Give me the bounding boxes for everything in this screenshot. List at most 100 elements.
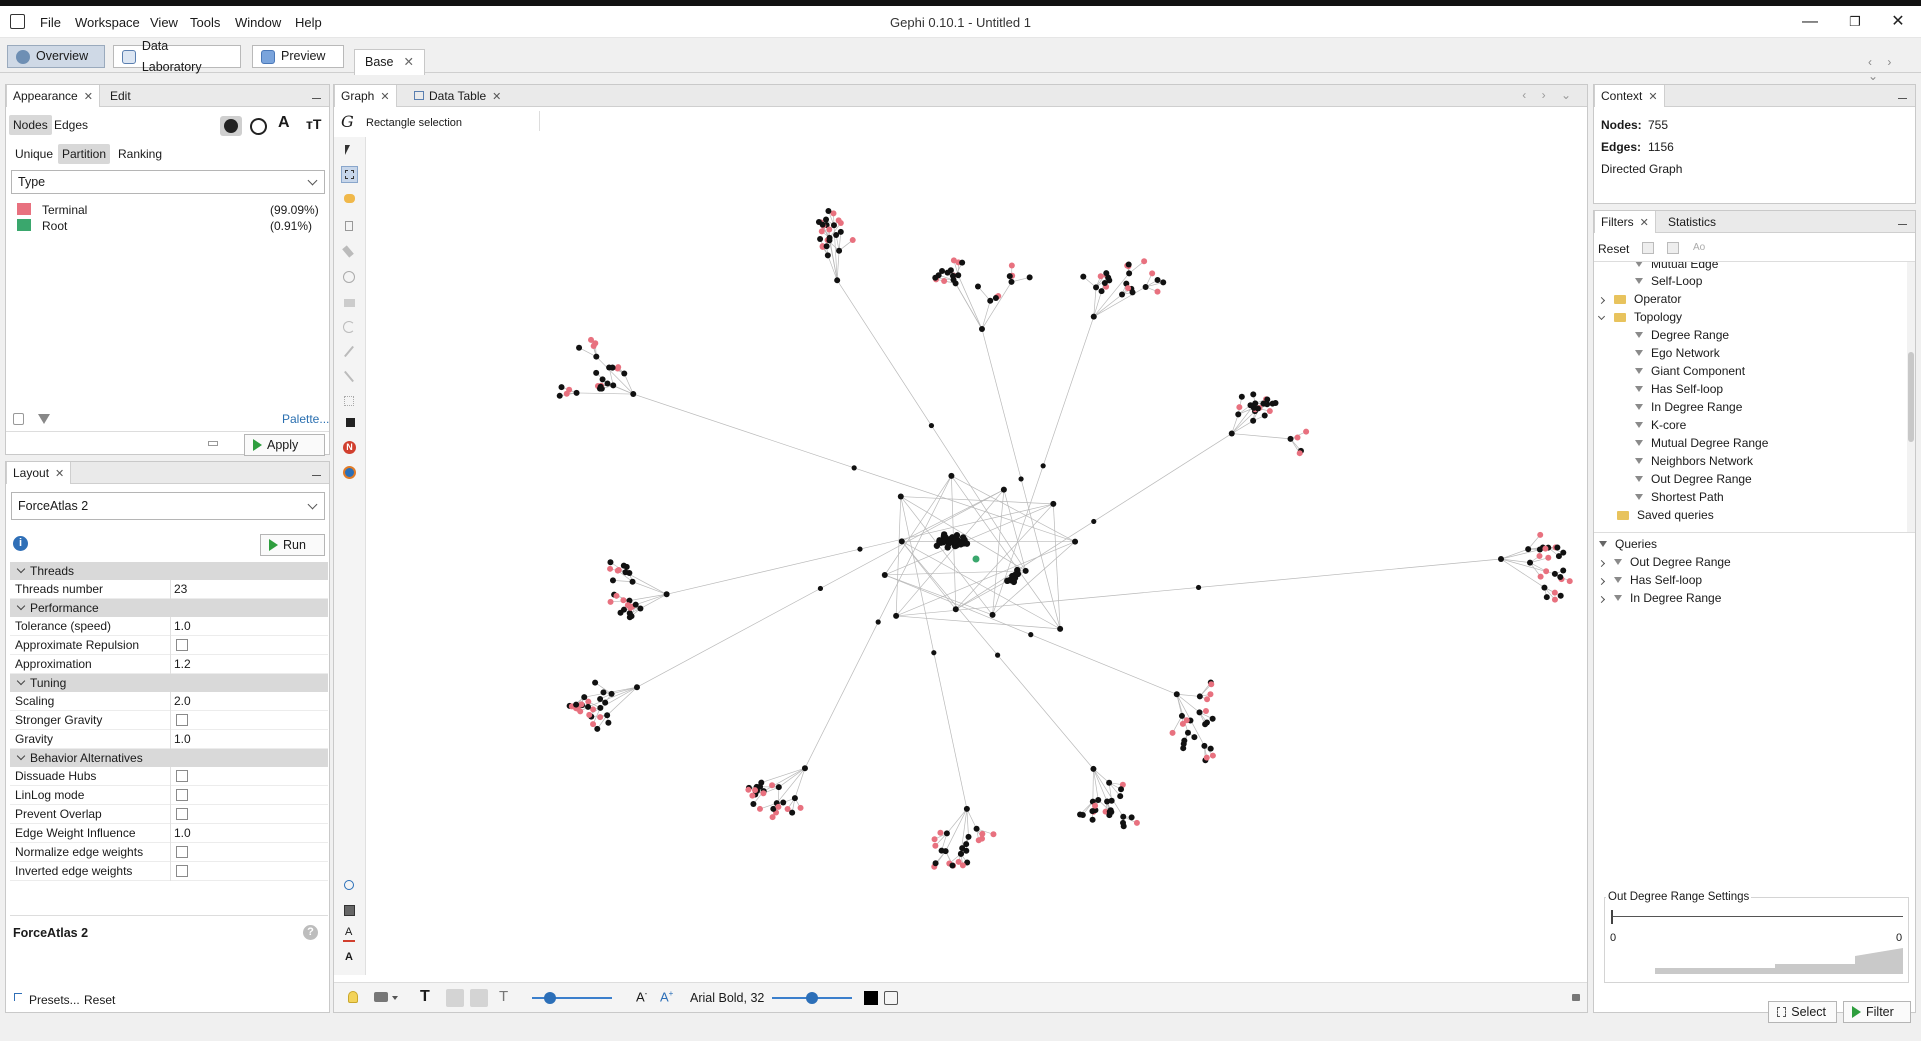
graph-node[interactable] <box>958 850 965 857</box>
filter-in-degree-range[interactable]: In Degree Range <box>1635 398 1742 416</box>
graph-node[interactable] <box>749 792 756 799</box>
graph-node[interactable] <box>1160 279 1167 286</box>
graph-node[interactable] <box>745 786 752 793</box>
filter-out-degree-range[interactable]: Out Degree Range <box>1635 470 1752 488</box>
graph-node[interactable] <box>1207 691 1214 698</box>
graph-node[interactable] <box>1536 552 1543 559</box>
graph-node[interactable] <box>563 390 570 397</box>
graph-node[interactable] <box>955 272 962 279</box>
graph-node[interactable] <box>857 546 863 552</box>
graph-node[interactable] <box>1238 393 1245 400</box>
graph-node[interactable] <box>780 799 787 806</box>
close-icon[interactable]: ✕ <box>84 91 93 103</box>
graph-node[interactable] <box>957 541 964 548</box>
graph-node[interactable] <box>1264 396 1271 403</box>
prop-edge-weight-influence[interactable]: Edge Weight Influence 1.0 <box>10 824 328 843</box>
heat-map-icon[interactable] <box>341 415 358 432</box>
filter-giant-component[interactable]: Giant Component <box>1635 362 1745 380</box>
graph-node[interactable] <box>1169 729 1176 736</box>
checkbox[interactable] <box>176 865 188 877</box>
graph-node[interactable] <box>1209 752 1216 759</box>
graph-node[interactable] <box>615 567 622 574</box>
graph-node[interactable] <box>760 790 767 797</box>
graph-node[interactable] <box>963 841 970 848</box>
graph-node[interactable] <box>602 699 609 706</box>
graph-node[interactable] <box>817 585 824 592</box>
graph-node[interactable] <box>633 684 640 691</box>
graph-node[interactable] <box>990 831 997 838</box>
graph-node[interactable] <box>1560 567 1567 574</box>
graph-node[interactable] <box>835 217 842 224</box>
unique-tab[interactable]: Unique <box>11 144 57 164</box>
graph-node[interactable] <box>609 364 616 371</box>
graph-node[interactable] <box>593 353 600 360</box>
text-tool-icon[interactable]: T <box>420 988 430 1006</box>
run-button[interactable]: Run <box>260 534 325 556</box>
graph-node[interactable] <box>1008 278 1015 285</box>
graph-node[interactable] <box>1089 816 1096 823</box>
range-slider-handle[interactable] <box>1611 910 1613 924</box>
menu-help[interactable]: Help <box>295 15 322 30</box>
close-icon[interactable]: ✕ <box>492 91 501 103</box>
graph-node[interactable] <box>750 800 757 807</box>
info-icon[interactable]: i <box>13 536 28 551</box>
folder-saved-queries[interactable]: Saved queries <box>1617 506 1714 524</box>
graph-node[interactable] <box>1235 411 1242 418</box>
graph-node[interactable] <box>1072 538 1079 545</box>
prop-approximate-repulsion[interactable]: Approximate Repulsion <box>10 636 328 655</box>
terminal-swatch[interactable] <box>17 203 31 215</box>
graph-node[interactable] <box>628 613 635 620</box>
graph-node[interactable] <box>617 609 624 616</box>
graph-node[interactable] <box>1126 270 1133 277</box>
graph-node[interactable] <box>604 712 611 719</box>
graph-node[interactable] <box>588 336 595 343</box>
queries-root[interactable]: Queries <box>1599 535 1657 553</box>
edge-pencil-icon[interactable] <box>341 343 358 360</box>
data-laboratory-button[interactable]: Data Laboratory <box>113 39 241 74</box>
graph-node[interactable] <box>1191 734 1198 741</box>
filter-shortest-path[interactable]: Shortest Path <box>1635 488 1724 506</box>
graph-node[interactable] <box>928 422 935 429</box>
graph-node[interactable] <box>1236 404 1243 411</box>
graph-node[interactable] <box>1178 712 1185 719</box>
graph-node[interactable] <box>597 704 604 711</box>
edge-color-icon[interactable] <box>470 989 488 1007</box>
graph-node[interactable] <box>1117 793 1124 800</box>
graph-node[interactable] <box>995 652 1001 658</box>
graph-node[interactable] <box>1184 729 1191 736</box>
filter-icon[interactable] <box>38 414 50 424</box>
label-font-tool-icon[interactable]: A <box>341 950 358 967</box>
painter-tool-icon[interactable] <box>341 293 358 310</box>
graph-node[interactable] <box>573 701 580 708</box>
graph-node[interactable] <box>1008 262 1015 269</box>
category-tuning[interactable]: Tuning <box>10 674 328 692</box>
graph-node[interactable] <box>586 711 593 718</box>
graph-node[interactable] <box>948 472 955 479</box>
partition-tab[interactable]: Partition <box>58 144 111 164</box>
node-pencil-icon[interactable] <box>341 368 358 385</box>
checkbox[interactable] <box>176 770 188 782</box>
maximize-button[interactable]: ❐ <box>1835 10 1875 34</box>
prop-threads-number[interactable]: Threads number 23 <box>10 580 328 599</box>
auto-refresh-icon[interactable]: Ao <box>1693 242 1705 253</box>
graph-node[interactable] <box>610 382 617 389</box>
graph-node[interactable] <box>1080 273 1087 280</box>
graph-node[interactable] <box>593 369 600 376</box>
copy-icon[interactable] <box>13 413 24 425</box>
graph-node[interactable] <box>932 842 939 849</box>
graph-node[interactable] <box>1120 813 1127 820</box>
graph-node[interactable] <box>881 571 888 578</box>
graph-node[interactable] <box>791 795 798 802</box>
graph-node[interactable] <box>819 221 826 228</box>
graph-node[interactable] <box>1105 274 1112 281</box>
graph-node[interactable] <box>1228 430 1235 437</box>
graph-node[interactable] <box>1541 584 1548 591</box>
tab-appearance[interactable]: Appearance ✕ <box>6 85 100 107</box>
category-behavior[interactable]: Behavior Alternatives <box>10 749 328 767</box>
presets-button[interactable]: Presets... <box>29 993 80 1007</box>
graph-node[interactable] <box>585 703 592 710</box>
tab-graph[interactable]: Graph ✕ <box>334 85 397 107</box>
graph-node[interactable] <box>632 601 639 608</box>
lock-icon[interactable] <box>1572 994 1580 1001</box>
prop-stronger-gravity[interactable]: Stronger Gravity <box>10 711 328 730</box>
